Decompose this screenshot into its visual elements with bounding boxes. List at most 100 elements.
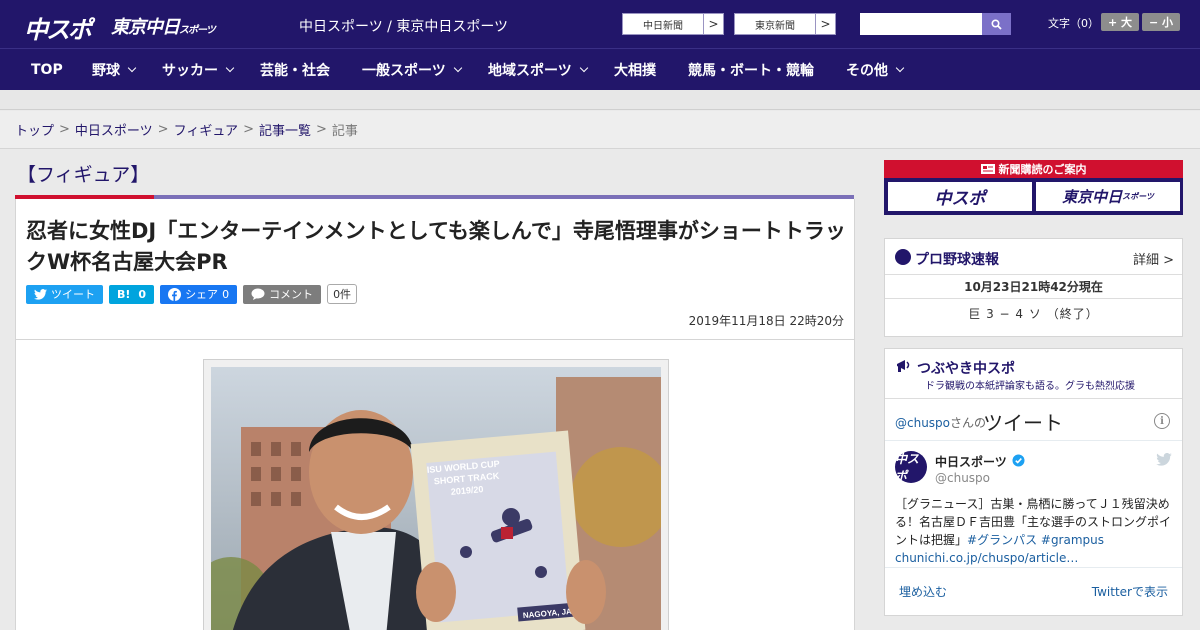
chevron-down-icon — [127, 63, 137, 73]
nav-label: サッカー — [162, 63, 218, 79]
tweet-author-name[interactable]: 中日スポーツ — [935, 453, 1007, 470]
search-input[interactable] — [860, 13, 982, 35]
tweet-author-handle[interactable]: @chuspo — [935, 471, 990, 485]
article-header: 忍者に女性DJ「エンターテインメントとしても楽しんで」寺尾悟理事がショートトラッ… — [15, 199, 855, 340]
ext-link-label: 中日新聞 — [643, 20, 683, 32]
tweet-link[interactable]: chunichi.co.jp/chuspo/article… — [895, 551, 1078, 565]
search-button[interactable] — [982, 13, 1011, 35]
nav-item-top[interactable]: TOP — [31, 49, 63, 91]
nav-item-local-sports[interactable]: 地域スポーツ — [488, 49, 588, 91]
promo-chuspo-button[interactable]: 中スポ — [888, 182, 1032, 211]
baseball-score[interactable]: 巨 3 − 4 ソ （終了） — [885, 299, 1182, 327]
info-icon[interactable]: i — [1154, 413, 1170, 429]
breadcrumb: トップ > 中日スポーツ > フィギュア > 記事一覧 > 記事 — [0, 111, 1200, 149]
breadcrumb-figure[interactable]: フィギュア — [174, 120, 238, 139]
hatena-bookmark-button[interactable]: B! 0 — [109, 284, 155, 304]
promo-title: 新聞購読のご案内 — [998, 163, 1087, 176]
baseball-icon — [895, 249, 911, 265]
nav-label: 大相撲 — [614, 63, 656, 79]
baseball-live-panel: プロ野球速報 詳細 > 10月23日21時42分現在 巨 3 − 4 ソ （終了… — [884, 238, 1183, 337]
tweet-label: ツイート — [51, 288, 95, 301]
tweet-item[interactable]: 中スポ 中日スポーツ @chuspo ［グラニュース］古巣・鳥栖に勝ってＪ１残留… — [885, 441, 1182, 568]
twitter-panel-title: つぶやき中スポ — [917, 361, 1015, 377]
breadcrumb-article-list[interactable]: 記事一覧 — [259, 120, 311, 139]
hatena-count: 0 — [138, 287, 147, 301]
facebook-icon — [168, 287, 182, 301]
promo-tokyo-chunichi-button[interactable]: 東京中日 スポーツ — [1036, 182, 1180, 211]
subscription-promo[interactable]: 新聞購読のご案内 中スポ 東京中日 スポーツ — [884, 160, 1183, 215]
view-on-twitter-link[interactable]: Twitterで表示 — [1092, 583, 1168, 600]
verified-badge-icon — [1012, 454, 1025, 467]
nav-label: 一般スポーツ — [362, 63, 446, 79]
nav-label: TOP — [31, 62, 63, 78]
tokyo-shimbun-link[interactable]: 東京新聞 > — [734, 13, 836, 35]
avatar[interactable]: 中スポ — [895, 451, 927, 483]
twitter-panel-subtitle: ドラ観戦の本紙評論家も語る。グラも熱烈応援 — [925, 381, 1135, 392]
twitter-panel: つぶやき中スポ ドラ観戦の本紙評論家も語る。グラも熱烈応援 @chuspoさんの… — [884, 348, 1183, 616]
comment-label: コメント — [269, 288, 314, 301]
chuspo-logo[interactable]: 中スポ — [24, 10, 92, 45]
nav-item-general-sports[interactable]: 一般スポーツ — [362, 49, 462, 91]
comment-count: 0件 — [327, 284, 358, 304]
tokyo-chunichi-logo[interactable]: 東京中日スポーツ — [111, 13, 216, 39]
chevron-right-icon: > — [815, 14, 835, 34]
font-size-label: 文字（0） — [1048, 17, 1099, 30]
tokyo-logo-suffix: スポーツ — [179, 25, 216, 36]
chevron-down-icon — [895, 63, 905, 73]
breadcrumb-separator: > — [59, 122, 70, 137]
breadcrumb-top[interactable]: トップ — [15, 120, 54, 139]
breadcrumb-separator: > — [315, 122, 327, 137]
nav-item-soccer[interactable]: サッカー — [162, 49, 235, 91]
breadcrumb-chunichi-sports[interactable]: 中日スポーツ — [75, 120, 153, 139]
megaphone-icon — [897, 360, 910, 372]
newspaper-icon — [980, 164, 995, 174]
twitter-bird-icon[interactable] — [1156, 453, 1172, 466]
twitter-bird-icon — [34, 288, 47, 300]
site-header: 中スポ 東京中日スポーツ 中日スポーツ / 東京中日スポーツ 中日新聞 > 東京… — [0, 0, 1200, 48]
twitter-widget-footer: 埋め込む Twitterで表示 — [885, 568, 1182, 610]
nav-label: 競馬・ボート・競輪 — [688, 63, 814, 79]
twitter-panel-header: つぶやき中スポ ドラ観戦の本紙評論家も語る。グラも熱烈応援 — [885, 349, 1182, 399]
font-smaller-button[interactable]: − 小 — [1142, 13, 1180, 31]
promo-header: 新聞購読のご案内 — [884, 160, 1183, 178]
baseball-detail-link[interactable]: 詳細 > — [1133, 249, 1174, 268]
font-larger-button[interactable]: + 大 — [1101, 13, 1139, 31]
chunichi-shimbun-link[interactable]: 中日新聞 > — [622, 13, 724, 35]
nav-item-entertainment[interactable]: 芸能・社会 — [260, 49, 330, 91]
chevron-down-icon — [579, 63, 588, 73]
sub-bar — [0, 90, 1200, 110]
facebook-share-button[interactable]: シェア 0 — [160, 284, 238, 304]
tweet-button[interactable]: ツイート — [26, 284, 103, 304]
twitter-widget-header: @chuspoさんの ツイート i — [885, 399, 1182, 441]
chevron-down-icon — [225, 63, 235, 73]
nav-label: 地域スポーツ — [488, 63, 572, 79]
nav-item-sumo[interactable]: 大相撲 — [614, 49, 656, 91]
baseball-title: プロ野球速報 — [915, 252, 999, 268]
nav-item-racing[interactable]: 競馬・ボート・競輪 — [688, 49, 814, 91]
twitter-handle-link[interactable]: @chuspoさんの — [895, 414, 986, 431]
comment-button[interactable]: コメント — [243, 284, 322, 304]
article-category: 【フィギュア】 — [17, 164, 150, 186]
nav-label: その他 — [846, 63, 888, 79]
baseball-update-time: 10月23日21時42分現在 — [885, 275, 1182, 299]
baseball-header: プロ野球速報 詳細 > — [885, 239, 1182, 275]
tokyo-logo-text: 東京中日 — [111, 17, 180, 38]
article-photo-frame: ISU WORLD CUP SHORT TRACK 2019/20 NAGOYA… — [203, 359, 669, 630]
promo-tokyo-suffix: スポーツ — [1122, 192, 1154, 201]
nav-item-other[interactable]: その他 — [846, 49, 905, 91]
article-headline: 忍者に女性DJ「エンターテインメントとしても楽しんで」寺尾悟理事がショートトラッ… — [26, 219, 846, 274]
breadcrumb-separator: > — [157, 122, 169, 137]
facebook-label: シェア — [185, 288, 219, 301]
photo-illustration: ISU WORLD CUP SHORT TRACK 2019/20 NAGOYA… — [211, 367, 661, 630]
speech-bubble-icon — [251, 288, 265, 300]
tweet-hashtags[interactable]: #グランパス #grampus — [967, 533, 1104, 547]
publish-date: 2019年11月18日 22時20分 — [688, 314, 844, 328]
breadcrumb-current: 記事 — [331, 124, 358, 139]
twitter-handle: @chuspo — [895, 416, 951, 430]
embed-link[interactable]: 埋め込む — [899, 583, 947, 600]
article-body: ISU WORLD CUP SHORT TRACK 2019/20 NAGOYA… — [15, 340, 855, 630]
article-photo[interactable]: ISU WORLD CUP SHORT TRACK 2019/20 NAGOYA… — [211, 367, 661, 630]
tweet-text: ［グラニュース］古巣・鳥栖に勝ってＪ１残留決める！名古屋ＤＦ吉田豊「主な選手のス… — [895, 495, 1175, 567]
nav-item-baseball[interactable]: 野球 — [92, 49, 137, 91]
site-title[interactable]: 中日スポーツ / 東京中日スポーツ — [299, 16, 508, 36]
